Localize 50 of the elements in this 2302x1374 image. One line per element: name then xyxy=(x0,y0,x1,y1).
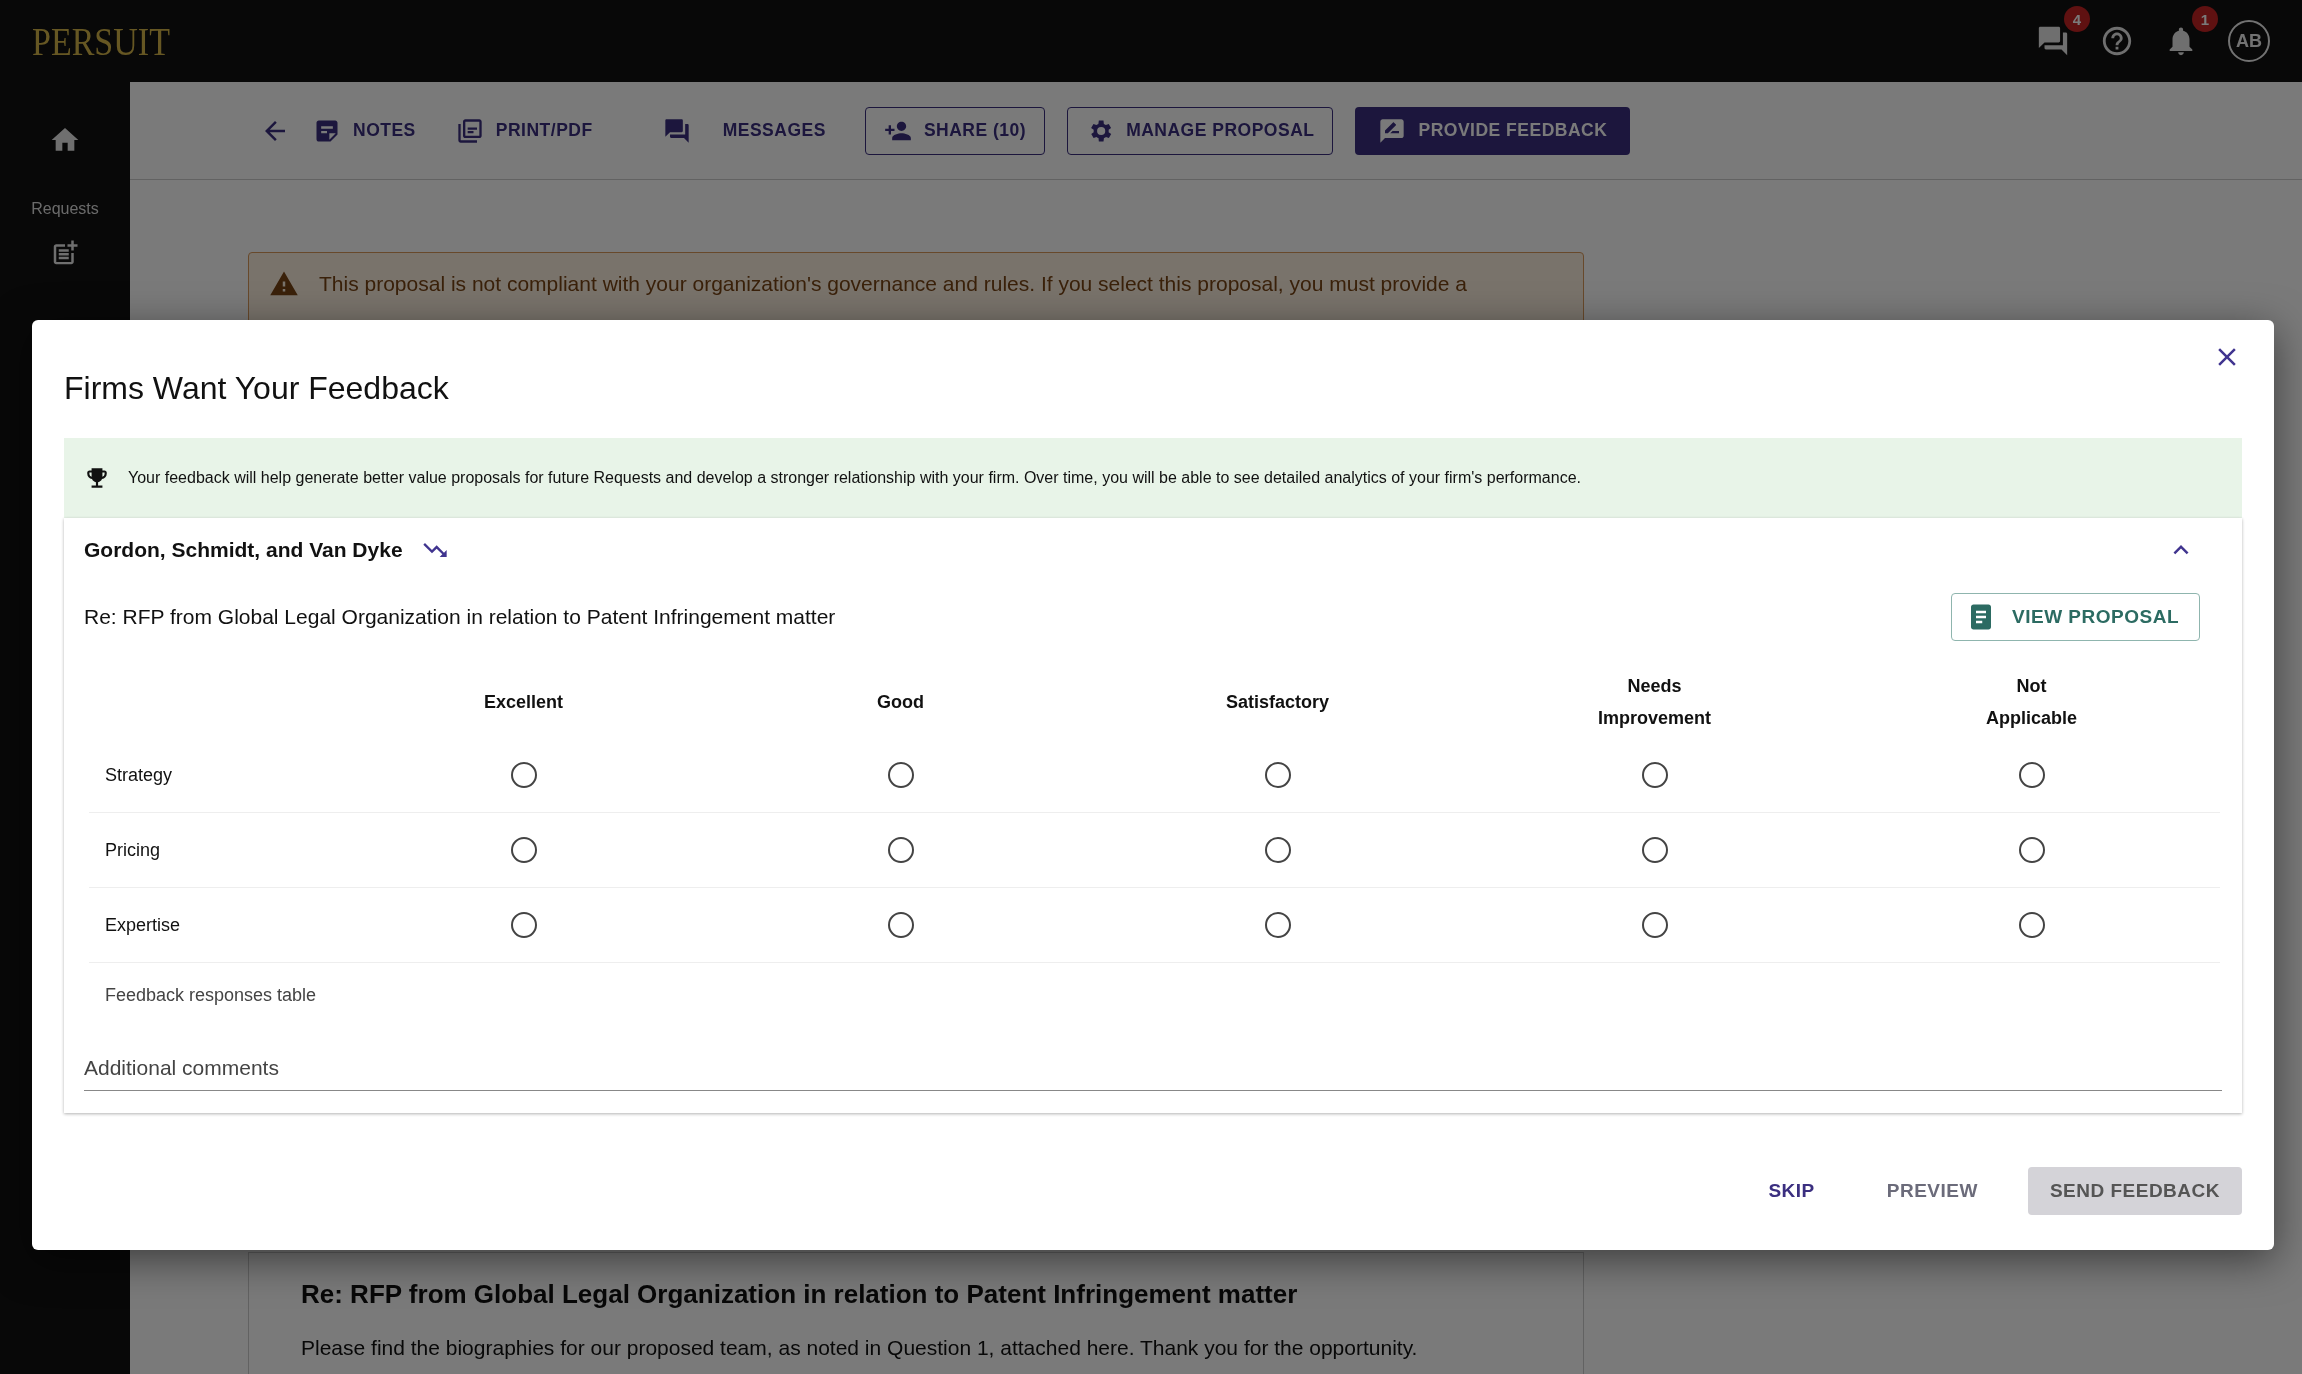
notification-badge: 1 xyxy=(2192,6,2218,32)
radio-button[interactable] xyxy=(1641,912,1668,938)
row-label: Strategy xyxy=(89,738,335,813)
logo[interactable]: PERSUIT xyxy=(32,17,170,65)
feedback-icon xyxy=(1378,116,1407,145)
radio-button[interactable] xyxy=(2018,837,2045,863)
subject-text: Re: RFP from Global Legal Organization in relation to Patent Infringement matter xyxy=(84,605,836,629)
radio-button[interactable] xyxy=(887,837,914,863)
document-icon xyxy=(455,116,484,145)
radio-button[interactable] xyxy=(887,762,914,788)
column-header: Needs Improvement xyxy=(1597,675,1712,730)
avatar[interactable]: AB xyxy=(2228,20,2270,62)
action-button[interactable]: PREVIEW xyxy=(1864,1167,2000,1215)
notification-badge: 4 xyxy=(2064,6,2090,32)
radio-button[interactable] xyxy=(887,912,914,938)
table-caption: Feedback responses table xyxy=(104,984,318,1006)
dialog-title: Firms Want Your Feedback xyxy=(64,370,449,407)
chat-icon xyxy=(662,116,691,145)
help-icon[interactable] xyxy=(2100,24,2134,58)
radio-button[interactable] xyxy=(1264,837,1291,863)
view-proposal-button[interactable]: VIEW PROPOSAL xyxy=(1951,593,2200,641)
toolbar-link[interactable]: NOTES xyxy=(312,106,433,155)
action-button[interactable]: SKIP xyxy=(1746,1167,1837,1215)
column-header: Satisfactory xyxy=(1224,691,1330,714)
toolbar-button[interactable]: PROVIDE FEEDBACK xyxy=(1355,106,1631,155)
firm-name: Gordon, Schmidt, and Van Dyke xyxy=(84,538,403,562)
radio-button[interactable] xyxy=(510,762,537,788)
row-label: Pricing xyxy=(89,813,335,888)
radio-button[interactable] xyxy=(1264,762,1291,788)
column-header: Good xyxy=(876,691,925,714)
radio-button[interactable] xyxy=(1264,912,1291,938)
trophy-icon xyxy=(84,465,110,491)
row-label: Expertise xyxy=(89,888,335,963)
toolbar-link[interactable]: PRINT/PDF xyxy=(454,106,610,155)
info-text: Your feedback will help generate better value proposals for future Requests and develop a stronger relationship with your firm. Over time, you will be able to see detailed analytics of your firm's performance. xyxy=(128,469,1581,487)
radio-button[interactable] xyxy=(2018,912,2045,938)
column-header: Not Applicable xyxy=(1985,675,2078,730)
warning-text: This proposal is not compliant with your organization's governance and rules. If you select this proposal, you must provide a xyxy=(319,271,1467,297)
radio-button[interactable] xyxy=(510,837,537,863)
sidebar-label: Requests xyxy=(31,200,99,218)
response-title: Re: RFP from Global Legal Organization in relation to Patent Infringement matter xyxy=(301,1279,1299,1310)
radio-button[interactable] xyxy=(1641,837,1668,863)
radio-button[interactable] xyxy=(1641,762,1668,788)
toolbar-button[interactable]: MANAGE PROPOSAL xyxy=(1067,106,1334,155)
toolbar-button[interactable]: SHARE (10) xyxy=(864,106,1046,155)
response-text: Please find the biographies for our proposed team, as noted in Question 1, attached here. Thank you for the opportunity. xyxy=(301,1336,1419,1360)
radio-button[interactable] xyxy=(510,912,537,938)
toolbar-link[interactable]: MESSAGES xyxy=(661,106,843,155)
radio-button[interactable] xyxy=(2018,762,2045,788)
column-header: Excellent xyxy=(482,691,564,714)
